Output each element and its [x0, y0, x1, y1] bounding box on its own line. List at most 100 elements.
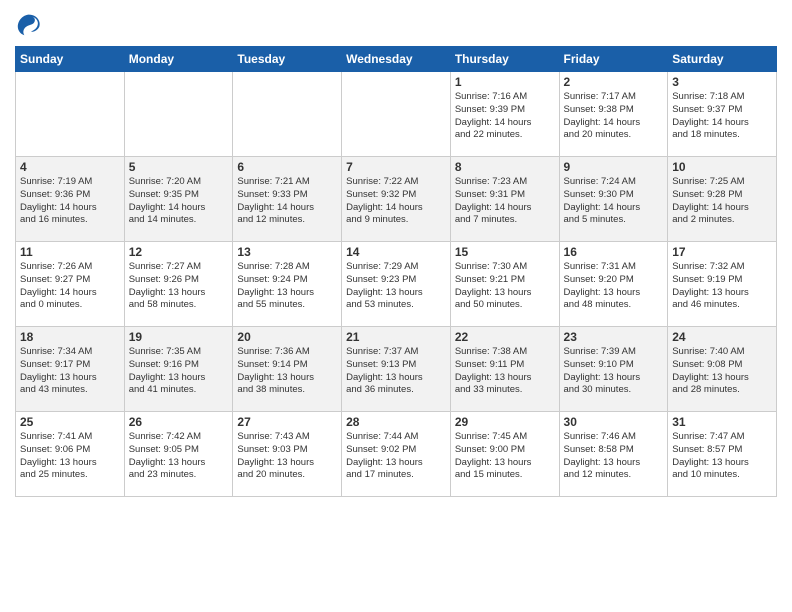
calendar-cell: 10 Sunrise: 7:25 AM Sunset: 9:28 PM Dayli…	[668, 157, 777, 242]
day-info: Sunrise: 7:25 AM Sunset: 9:28 PM Dayligh…	[672, 176, 772, 227]
day-header-wednesday: Wednesday	[342, 47, 451, 72]
day-number: 3	[672, 75, 772, 89]
days-header-row: SundayMondayTuesdayWednesdayThursdayFrid…	[16, 47, 777, 72]
day-header-monday: Monday	[124, 47, 233, 72]
calendar-cell: 12 Sunrise: 7:27 AM Sunset: 9:26 PM Dayli…	[124, 242, 233, 327]
day-info: Sunrise: 7:17 AM Sunset: 9:38 PM Dayligh…	[564, 91, 664, 142]
day-number: 19	[129, 330, 229, 344]
calendar-cell: 17 Sunrise: 7:32 AM Sunset: 9:19 PM Dayli…	[668, 242, 777, 327]
day-number: 22	[455, 330, 555, 344]
logo-bird-icon	[15, 10, 43, 38]
calendar-cell: 24 Sunrise: 7:40 AM Sunset: 9:08 PM Dayli…	[668, 327, 777, 412]
day-header-sunday: Sunday	[16, 47, 125, 72]
day-info: Sunrise: 7:44 AM Sunset: 9:02 PM Dayligh…	[346, 431, 446, 482]
day-info: Sunrise: 7:47 AM Sunset: 8:57 PM Dayligh…	[672, 431, 772, 482]
day-number: 25	[20, 415, 120, 429]
day-number: 31	[672, 415, 772, 429]
day-header-saturday: Saturday	[668, 47, 777, 72]
calendar-cell: 11 Sunrise: 7:26 AM Sunset: 9:27 PM Dayli…	[16, 242, 125, 327]
day-info: Sunrise: 7:21 AM Sunset: 9:33 PM Dayligh…	[237, 176, 337, 227]
calendar-cell: 21Sunrise: 7:37 AM Sunset: 9:13 PM Dayli…	[342, 327, 451, 412]
day-number: 4	[20, 160, 120, 174]
day-number: 5	[129, 160, 229, 174]
day-info: Sunrise: 7:46 AM Sunset: 8:58 PM Dayligh…	[564, 431, 664, 482]
day-info: Sunrise: 7:35 AM Sunset: 9:16 PM Dayligh…	[129, 346, 229, 397]
day-number: 2	[564, 75, 664, 89]
day-info: Sunrise: 7:34 AM Sunset: 9:17 PM Dayligh…	[20, 346, 120, 397]
calendar-cell: 6 Sunrise: 7:21 AM Sunset: 9:33 PM Daylig…	[233, 157, 342, 242]
calendar-cell: 9 Sunrise: 7:24 AM Sunset: 9:30 PM Daylig…	[559, 157, 668, 242]
week-row-3: 11 Sunrise: 7:26 AM Sunset: 9:27 PM Dayli…	[16, 242, 777, 327]
day-number: 6	[237, 160, 337, 174]
calendar-cell: 7Sunrise: 7:22 AM Sunset: 9:32 PM Daylig…	[342, 157, 451, 242]
week-row-1: 1 Sunrise: 7:16 AM Sunset: 9:39 PM Daylig…	[16, 72, 777, 157]
calendar-cell: 16 Sunrise: 7:31 AM Sunset: 9:20 PM Dayli…	[559, 242, 668, 327]
calendar-cell	[124, 72, 233, 157]
day-info: Sunrise: 7:37 AM Sunset: 9:13 PM Dayligh…	[346, 346, 446, 397]
day-number: 1	[455, 75, 555, 89]
calendar-cell: 4 Sunrise: 7:19 AM Sunset: 9:36 PM Daylig…	[16, 157, 125, 242]
day-info: Sunrise: 7:42 AM Sunset: 9:05 PM Dayligh…	[129, 431, 229, 482]
day-info: Sunrise: 7:27 AM Sunset: 9:26 PM Dayligh…	[129, 261, 229, 312]
calendar-cell: 18 Sunrise: 7:34 AM Sunset: 9:17 PM Dayli…	[16, 327, 125, 412]
day-info: Sunrise: 7:19 AM Sunset: 9:36 PM Dayligh…	[20, 176, 120, 227]
calendar-cell: 26 Sunrise: 7:42 AM Sunset: 9:05 PM Dayli…	[124, 412, 233, 497]
calendar-cell: 28 Sunrise: 7:44 AM Sunset: 9:02 PM Dayli…	[342, 412, 451, 497]
week-row-5: 25 Sunrise: 7:41 AM Sunset: 9:06 PM Dayli…	[16, 412, 777, 497]
page-header	[15, 10, 777, 38]
calendar-cell: 23Sunrise: 7:39 AM Sunset: 9:10 PM Dayli…	[559, 327, 668, 412]
day-info: Sunrise: 7:31 AM Sunset: 9:20 PM Dayligh…	[564, 261, 664, 312]
calendar-cell: 13 Sunrise: 7:28 AM Sunset: 9:24 PM Dayli…	[233, 242, 342, 327]
day-number: 27	[237, 415, 337, 429]
day-info: Sunrise: 7:32 AM Sunset: 9:19 PM Dayligh…	[672, 261, 772, 312]
calendar-cell: 22Sunrise: 7:38 AM Sunset: 9:11 PM Dayli…	[450, 327, 559, 412]
day-number: 15	[455, 245, 555, 259]
calendar-cell: 1 Sunrise: 7:16 AM Sunset: 9:39 PM Daylig…	[450, 72, 559, 157]
day-number: 23	[564, 330, 664, 344]
day-number: 24	[672, 330, 772, 344]
day-number: 20	[237, 330, 337, 344]
day-info: Sunrise: 7:29 AM Sunset: 9:23 PM Dayligh…	[346, 261, 446, 312]
day-number: 16	[564, 245, 664, 259]
day-info: Sunrise: 7:16 AM Sunset: 9:39 PM Dayligh…	[455, 91, 555, 142]
day-info: Sunrise: 7:23 AM Sunset: 9:31 PM Dayligh…	[455, 176, 555, 227]
calendar-cell: 29Sunrise: 7:45 AM Sunset: 9:00 PM Dayli…	[450, 412, 559, 497]
day-number: 7	[346, 160, 446, 174]
day-info: Sunrise: 7:40 AM Sunset: 9:08 PM Dayligh…	[672, 346, 772, 397]
calendar-cell: 31 Sunrise: 7:47 AM Sunset: 8:57 PM Dayli…	[668, 412, 777, 497]
calendar-cell: 15Sunrise: 7:30 AM Sunset: 9:21 PM Dayli…	[450, 242, 559, 327]
calendar-cell: 20 Sunrise: 7:36 AM Sunset: 9:14 PM Dayli…	[233, 327, 342, 412]
calendar-cell	[16, 72, 125, 157]
day-info: Sunrise: 7:24 AM Sunset: 9:30 PM Dayligh…	[564, 176, 664, 227]
day-header-tuesday: Tuesday	[233, 47, 342, 72]
calendar-cell: 5 Sunrise: 7:20 AM Sunset: 9:35 PM Daylig…	[124, 157, 233, 242]
day-number: 29	[455, 415, 555, 429]
calendar-cell: 25 Sunrise: 7:41 AM Sunset: 9:06 PM Dayli…	[16, 412, 125, 497]
day-number: 9	[564, 160, 664, 174]
day-number: 11	[20, 245, 120, 259]
calendar-cell: 19 Sunrise: 7:35 AM Sunset: 9:16 PM Dayli…	[124, 327, 233, 412]
day-number: 28	[346, 415, 446, 429]
day-info: Sunrise: 7:43 AM Sunset: 9:03 PM Dayligh…	[237, 431, 337, 482]
day-info: Sunrise: 7:41 AM Sunset: 9:06 PM Dayligh…	[20, 431, 120, 482]
week-row-2: 4 Sunrise: 7:19 AM Sunset: 9:36 PM Daylig…	[16, 157, 777, 242]
day-number: 12	[129, 245, 229, 259]
day-number: 18	[20, 330, 120, 344]
calendar-table: SundayMondayTuesdayWednesdayThursdayFrid…	[15, 46, 777, 497]
day-number: 14	[346, 245, 446, 259]
day-info: Sunrise: 7:20 AM Sunset: 9:35 PM Dayligh…	[129, 176, 229, 227]
day-info: Sunrise: 7:36 AM Sunset: 9:14 PM Dayligh…	[237, 346, 337, 397]
day-header-thursday: Thursday	[450, 47, 559, 72]
calendar-cell	[342, 72, 451, 157]
day-number: 10	[672, 160, 772, 174]
day-info: Sunrise: 7:28 AM Sunset: 9:24 PM Dayligh…	[237, 261, 337, 312]
calendar-cell: 30Sunrise: 7:46 AM Sunset: 8:58 PM Dayli…	[559, 412, 668, 497]
day-number: 13	[237, 245, 337, 259]
day-number: 26	[129, 415, 229, 429]
day-number: 17	[672, 245, 772, 259]
day-number: 8	[455, 160, 555, 174]
calendar-cell	[233, 72, 342, 157]
day-info: Sunrise: 7:18 AM Sunset: 9:37 PM Dayligh…	[672, 91, 772, 142]
day-info: Sunrise: 7:26 AM Sunset: 9:27 PM Dayligh…	[20, 261, 120, 312]
calendar-cell: 8 Sunrise: 7:23 AM Sunset: 9:31 PM Daylig…	[450, 157, 559, 242]
